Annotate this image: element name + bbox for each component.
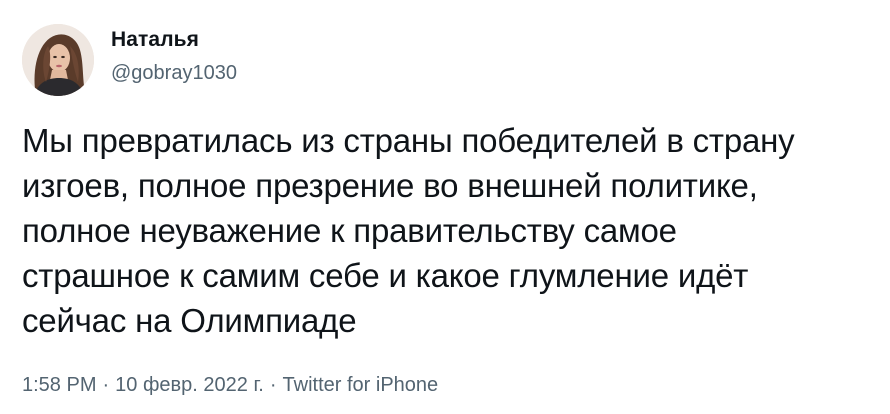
tweet-date[interactable]: 10 февр. 2022 г. xyxy=(115,374,264,396)
tweet-card: Наталья @gobray1030 Мы превратилась из с… xyxy=(0,0,890,414)
author-handle[interactable]: @gobray1030 xyxy=(111,62,237,85)
tweet-source-link[interactable]: Twitter for iPhone xyxy=(283,374,439,396)
avatar[interactable] xyxy=(22,24,94,96)
meta-separator: · xyxy=(269,374,277,396)
tweet-meta: 1:58 PM · 10 февр. 2022 г. · Twitter for iPh… xyxy=(22,374,438,397)
user-avatar-icon xyxy=(22,24,94,96)
tweet-time[interactable]: 1:58 PM xyxy=(22,374,96,396)
tweet-text: Мы превратилась из страны победителей в … xyxy=(22,122,795,339)
meta-separator: · xyxy=(102,374,110,396)
author-display-name[interactable]: Наталья xyxy=(111,28,199,52)
